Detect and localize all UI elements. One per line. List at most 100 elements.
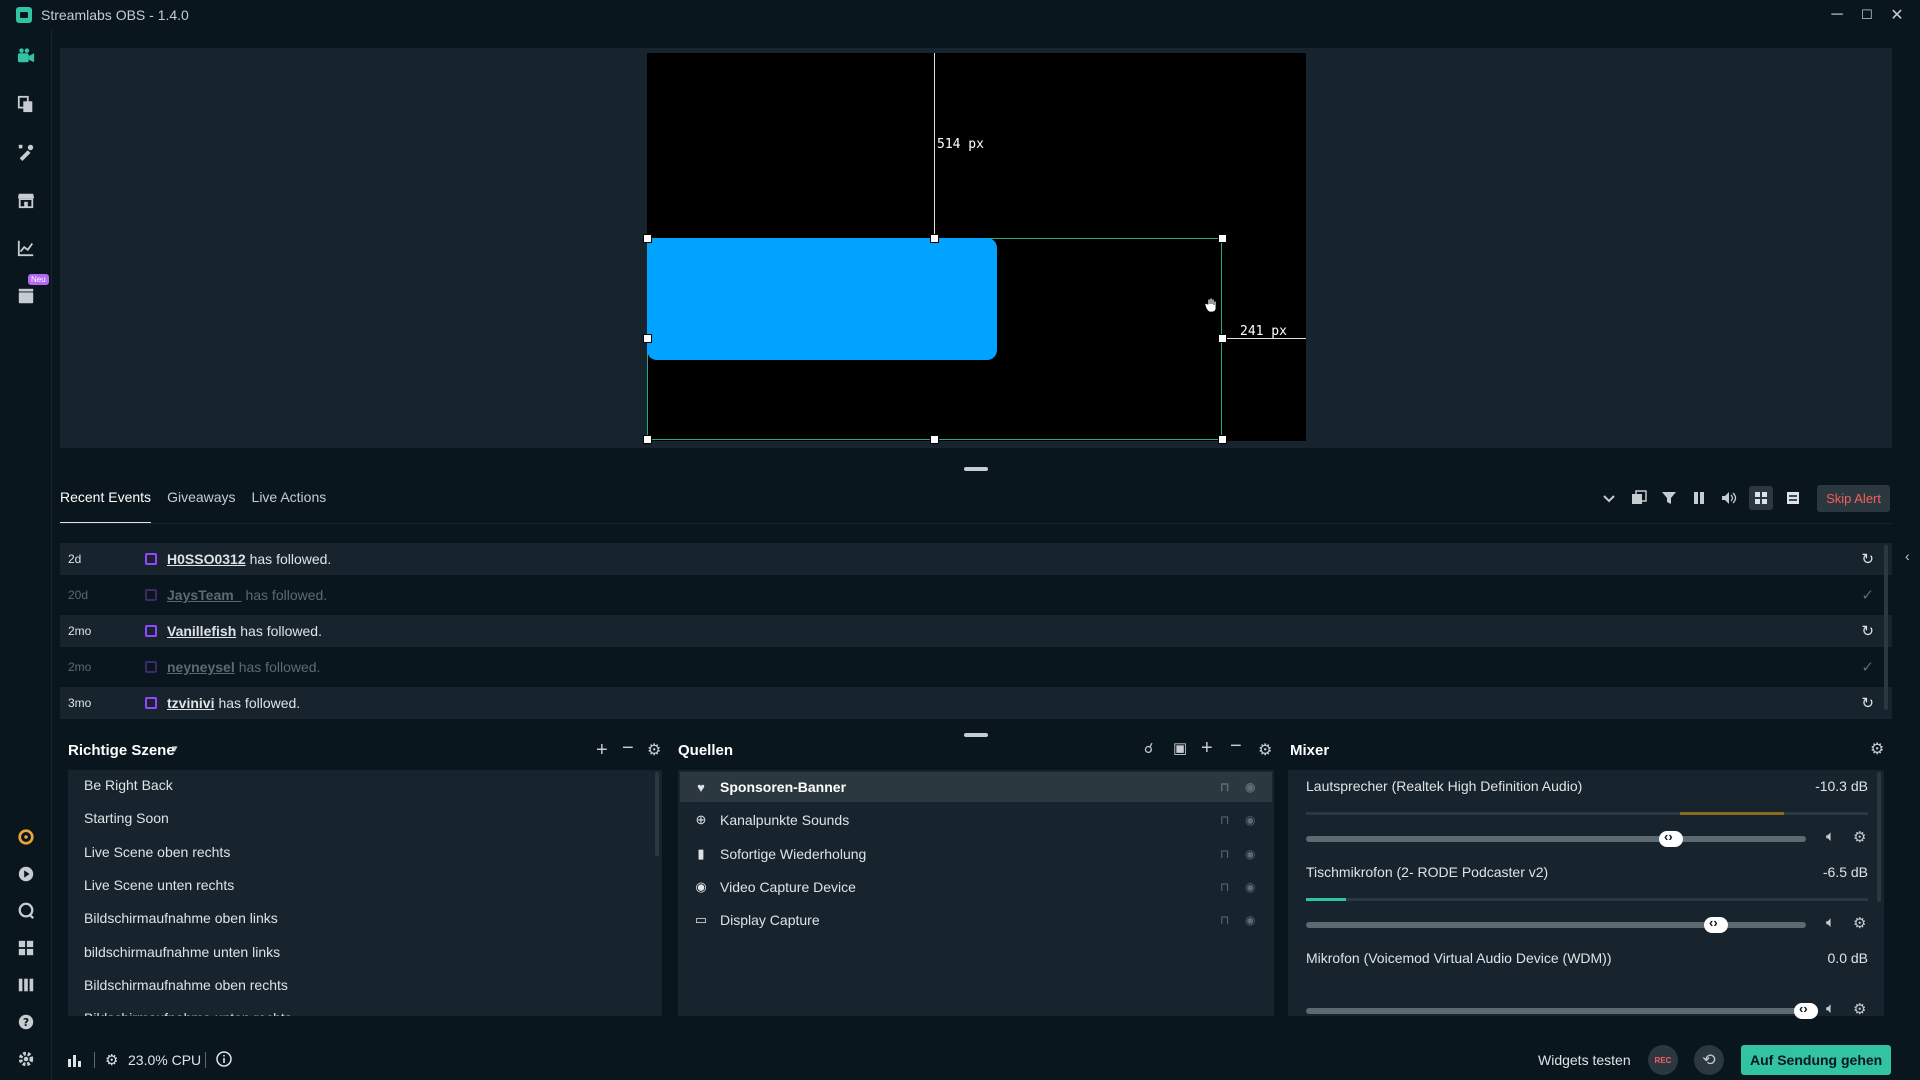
source-item[interactable]: ♥ Sponsoren-Banner ⊓ ◉ — [680, 772, 1272, 802]
lock-icon[interactable]: ⊓ — [1220, 780, 1229, 794]
resize-handle-top-right[interactable] — [1218, 234, 1227, 243]
event-username-link[interactable]: tzvinivi — [167, 695, 214, 711]
scene-item[interactable]: Live Scene unten rechts — [84, 877, 234, 893]
record-button[interactable]: REC — [1648, 1045, 1678, 1075]
layout-icon[interactable] — [14, 936, 38, 960]
check-icon[interactable]: ✓ — [1861, 658, 1874, 676]
event-username-link[interactable]: JaysTeam_ — [167, 587, 241, 603]
scene-dropdown-chevron-icon[interactable]: ▾ — [172, 742, 178, 755]
scenes-title[interactable]: Richtige Szene — [68, 742, 175, 759]
replay-buffer-icon[interactable]: ⟲ — [1694, 1045, 1724, 1075]
chat-icon[interactable] — [14, 899, 38, 923]
speaker-icon[interactable]: 🔈︎ — [1826, 828, 1835, 845]
channel-settings-gear-icon[interactable]: ⚙ — [1853, 914, 1866, 932]
themes-icon[interactable] — [14, 92, 38, 116]
check-icon[interactable]: ✓ — [1861, 586, 1874, 604]
minimize-button[interactable]: ─ — [1822, 0, 1852, 30]
repeat-icon[interactable]: ↻ — [1861, 694, 1874, 712]
speaker-icon[interactable]: 🔈︎ — [1826, 1000, 1835, 1017]
source-item[interactable]: ▮ Sofortige Wiederholung ⊓ ◉ — [680, 839, 1272, 869]
popout-icon[interactable] — [1629, 488, 1649, 508]
scene-settings-gear-icon[interactable]: ⚙ — [647, 740, 661, 760]
resize-handle-bottom-left[interactable] — [643, 435, 652, 444]
visibility-eye-icon[interactable]: ◉ — [1245, 847, 1255, 861]
scene-item[interactable]: bildschirmaufnahme unten links — [84, 944, 280, 960]
add-scene-icon[interactable]: + — [596, 739, 608, 762]
lock-icon[interactable]: ⊓ — [1220, 847, 1229, 861]
lock-icon[interactable]: ⊓ — [1220, 813, 1229, 827]
channel-settings-gear-icon[interactable]: ⚙ — [1853, 1000, 1866, 1018]
visibility-eye-icon[interactable]: ◉ — [1245, 813, 1255, 827]
resize-handle-top[interactable] — [930, 234, 939, 243]
repeat-icon[interactable]: ↻ — [1861, 622, 1874, 640]
tab-live-actions[interactable]: Live Actions — [252, 480, 327, 524]
volume-slider-track[interactable] — [1306, 836, 1806, 842]
volume-slider-thumb[interactable] — [1704, 915, 1728, 933]
studio-mode-icon[interactable] — [14, 973, 38, 997]
resize-handle-bottom-right[interactable] — [1218, 435, 1227, 444]
repeat-icon[interactable]: ↻ — [1861, 550, 1874, 568]
volume-slider-thumb[interactable] — [1794, 1001, 1818, 1019]
maximize-button[interactable]: ☐ — [1852, 0, 1882, 30]
list-view-icon[interactable] — [1783, 488, 1803, 508]
volume-icon[interactable] — [1719, 488, 1739, 508]
scene-item[interactable]: Bildschirmaufnahme oben links — [84, 910, 278, 926]
resize-grip-bottom[interactable] — [964, 733, 988, 737]
info-icon[interactable] — [216, 1051, 232, 1072]
volume-slider-track[interactable] — [1306, 922, 1806, 928]
sponsor-banner-source[interactable] — [647, 238, 997, 360]
settings-icon[interactable] — [14, 1047, 38, 1071]
event-username-link[interactable]: Vanillefish — [167, 623, 236, 639]
scene-item[interactable]: Bildschirmaufnahme oben rechts — [84, 977, 288, 993]
event-username-link[interactable]: H0SSO0312 — [167, 551, 246, 567]
studio-icon[interactable] — [14, 44, 38, 68]
collapse-chevron-left-icon[interactable]: ‹ — [1905, 548, 1910, 564]
resize-handle-bottom[interactable] — [930, 435, 939, 444]
scene-item[interactable]: Starting Soon — [84, 810, 169, 826]
skip-alert-button[interactable]: Skip Alert — [1817, 484, 1890, 512]
mixer-scrollbar[interactable] — [1877, 772, 1881, 902]
source-item[interactable]: ⊕ Kanalpunkte Sounds ⊓ ◉ — [680, 805, 1272, 835]
store-icon[interactable] — [14, 188, 38, 212]
scene-item[interactable]: Be Right Back — [84, 777, 173, 793]
tab-recent-events[interactable]: Recent Events — [60, 480, 152, 524]
tab-giveaways[interactable]: Giveaways — [167, 480, 235, 524]
event-username-link[interactable]: neyneysel — [167, 659, 235, 675]
resize-handle-top-left[interactable] — [643, 234, 652, 243]
highlighter-icon[interactable] — [14, 284, 38, 308]
events-scrollbar[interactable] — [1884, 545, 1888, 710]
close-button[interactable]: ✕ — [1882, 0, 1912, 30]
settings-gear-icon[interactable] — [14, 825, 38, 849]
speaker-icon[interactable]: 🔈︎ — [1826, 914, 1835, 931]
grid-view-icon[interactable] — [1749, 486, 1774, 510]
visibility-eye-icon[interactable]: ◉ — [1245, 913, 1255, 927]
volume-slider-thumb[interactable] — [1659, 829, 1683, 847]
pause-icon[interactable] — [1689, 488, 1709, 508]
scenes-scrollbar[interactable] — [655, 772, 659, 856]
scene-item[interactable]: Live Scene oben rechts — [84, 844, 230, 860]
preview-canvas[interactable]: 514 px 241 px — [643, 53, 1306, 444]
play-icon[interactable] — [14, 862, 38, 886]
go-live-button[interactable]: Auf Sendung gehen — [1741, 1045, 1892, 1075]
editor-icon[interactable] — [14, 140, 38, 164]
source-item[interactable]: ▭ Display Capture ⊓ ◉ — [680, 905, 1272, 935]
help-icon[interactable]: ? — [14, 1010, 38, 1034]
source-item[interactable]: ◉ Video Capture Device ⊓ ◉ — [680, 872, 1272, 902]
add-source-icon[interactable]: + — [1201, 737, 1213, 760]
lock-icon[interactable]: ⊓ — [1220, 913, 1229, 927]
stats-bar-chart-icon[interactable] — [66, 1052, 82, 1073]
mixer-settings-gear-icon[interactable]: ⚙ — [1870, 739, 1884, 759]
chevron-down-icon[interactable] — [1599, 488, 1619, 508]
visibility-eye-icon[interactable]: ◉ — [1245, 780, 1255, 794]
widgets-test-button[interactable]: Widgets testen — [1538, 1052, 1631, 1068]
dashboard-icon[interactable] — [14, 236, 38, 260]
remove-scene-icon[interactable]: − — [622, 737, 634, 760]
channel-settings-gear-icon[interactable]: ⚙ — [1853, 828, 1866, 846]
remove-source-icon[interactable]: − — [1230, 735, 1242, 758]
resize-handle-left[interactable] — [643, 334, 652, 343]
volume-slider-track[interactable] — [1306, 1008, 1806, 1014]
filter-icon[interactable] — [1659, 488, 1679, 508]
add-folder-icon[interactable]: ▣ — [1173, 739, 1187, 757]
resize-grip-top[interactable] — [964, 467, 988, 471]
resize-handle-right[interactable] — [1218, 334, 1227, 343]
